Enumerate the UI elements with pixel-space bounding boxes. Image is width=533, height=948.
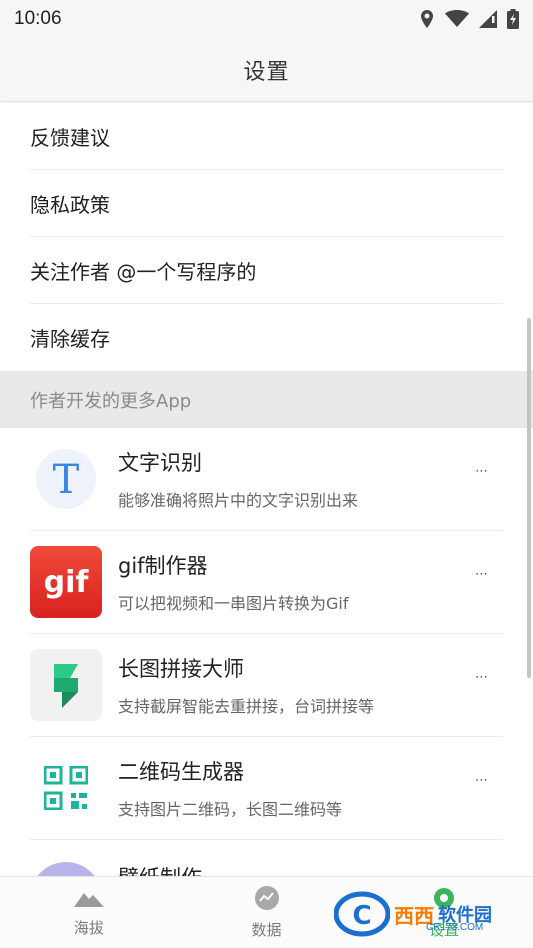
wifi-icon	[445, 10, 469, 28]
app-description: 能够准确将照片中的文字识别出来	[118, 491, 359, 510]
more-icon[interactable]: ⋯	[475, 567, 488, 582]
status-icons	[419, 9, 519, 29]
setting-item-follow-author[interactable]: 关注作者 @一个写程序的	[30, 237, 503, 304]
app-item-wallpaper-maker[interactable]: 壁纸制作	[30, 840, 503, 876]
nav-label: 海拔	[73, 919, 104, 937]
watermark: C 西西 软件园 CR173.COM	[334, 886, 514, 942]
section-header-label: 作者开发的更多App	[30, 390, 192, 412]
nav-item-altitude[interactable]: 海拔	[0, 877, 178, 948]
nav-label: 数据	[251, 921, 282, 939]
app-name: 二维码生成器	[118, 760, 244, 784]
setting-item-clear-cache[interactable]: 清除缓存	[30, 304, 503, 371]
setting-label: 反馈建议	[30, 125, 110, 150]
status-time: 10:06	[14, 8, 62, 29]
app-description: 可以把视频和一串图片转换为Gif	[118, 594, 349, 613]
settings-list[interactable]: 反馈建议 隐私政策 关注作者 @一个写程序的 清除缓存 作者开发的更多App T…	[0, 103, 533, 876]
setting-label: 关注作者 @一个写程序的	[30, 259, 257, 284]
section-header-more-apps: 作者开发的更多App	[0, 371, 533, 428]
svg-text:C: C	[352, 901, 371, 931]
app-description: 支持图片二维码，长图二维码等	[118, 800, 343, 819]
watermark-logo-icon: C	[334, 891, 390, 937]
app-name: 文字识别	[118, 451, 202, 475]
app-item-qr-code-generator[interactable]: 二维码生成器 支持图片二维码，长图二维码等 ⋯	[30, 737, 503, 840]
setting-label: 清除缓存	[30, 327, 110, 351]
app-bar: 设置	[0, 38, 533, 102]
chart-icon	[254, 885, 280, 915]
more-icon[interactable]: ⋯	[475, 464, 488, 479]
battery-charging-icon	[507, 9, 519, 29]
setting-label: 隐私政策	[30, 192, 110, 217]
setting-item-feedback[interactable]: 反馈建议	[30, 103, 503, 170]
signal-icon	[479, 10, 497, 28]
qr-code-generator-icon	[30, 752, 102, 824]
scrollbar[interactable]	[527, 318, 531, 678]
text-recognition-icon: T	[30, 443, 102, 515]
status-bar: 10:06	[0, 0, 533, 38]
more-icon[interactable]: ⋯	[475, 670, 488, 685]
app-name: 壁纸制作	[118, 862, 503, 876]
app-item-long-image-stitch[interactable]: 长图拼接大师 支持截屏智能去重拼接，台词拼接等 ⋯	[30, 634, 503, 737]
gif-maker-icon: gif	[30, 546, 102, 618]
watermark-url: CR173.COM	[426, 922, 484, 933]
svg-text:T: T	[53, 457, 80, 503]
app-item-text-recognition[interactable]: T 文字识别 能够准确将照片中的文字识别出来 ⋯	[30, 428, 503, 531]
app-item-gif-maker[interactable]: gif gif制作器 可以把视频和一串图片转换为Gif ⋯	[30, 531, 503, 634]
setting-item-privacy-policy[interactable]: 隐私政策	[30, 170, 503, 237]
app-name: gif制作器	[118, 554, 208, 578]
mountain-icon	[73, 887, 104, 913]
app-description: 支持截屏智能去重拼接，台词拼接等	[118, 697, 375, 716]
long-image-stitch-icon	[30, 649, 102, 721]
app-name: 长图拼接大师	[118, 657, 244, 681]
more-icon[interactable]: ⋯	[475, 773, 488, 788]
location-icon	[419, 9, 435, 29]
wallpaper-maker-icon	[30, 862, 102, 876]
nav-item-data[interactable]: 数据	[178, 877, 356, 948]
page-title: 设置	[243, 59, 290, 85]
